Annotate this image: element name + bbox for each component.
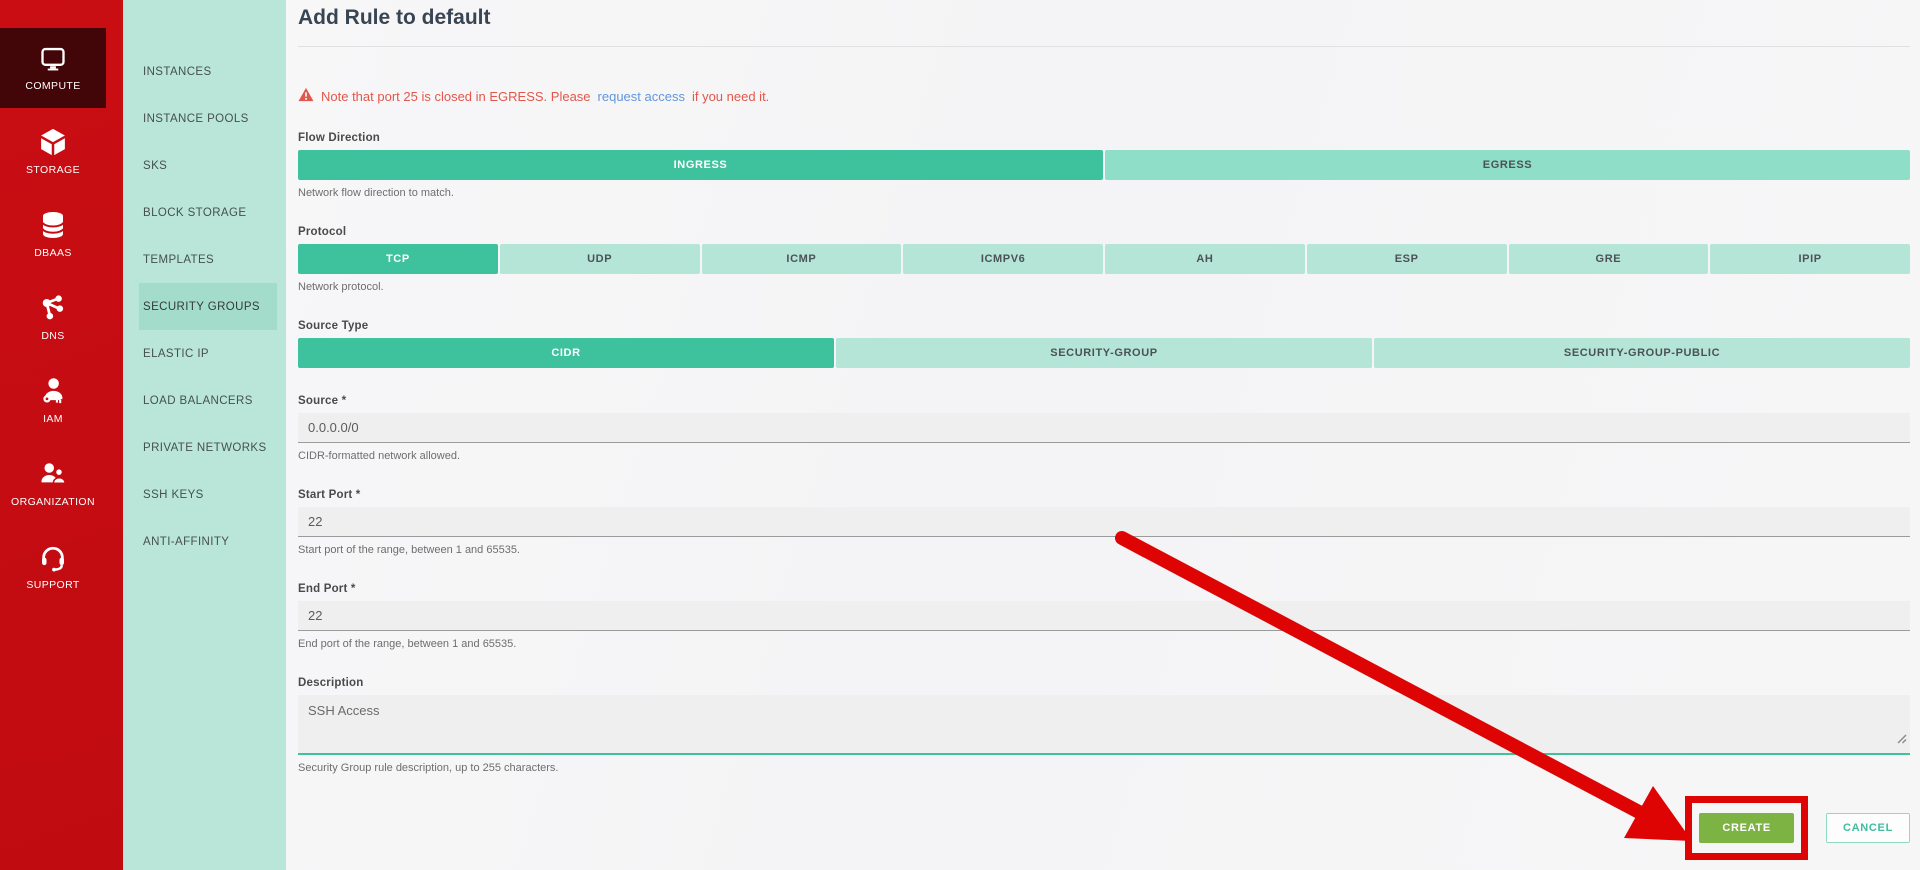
sidebar-item-templates[interactable]: TEMPLATES [123,236,286,283]
create-button[interactable]: CREATE [1699,813,1794,843]
protocol-option-ah[interactable]: AH [1105,244,1305,274]
sidebar-item-organization[interactable]: ORGANIZATION [0,443,106,523]
source-input[interactable] [298,413,1910,443]
user-key-icon [38,376,68,406]
start-port-help: Start port of the range, between 1 and 6… [298,544,520,556]
monitor-icon [38,45,68,73]
protocol-option-icmp[interactable]: ICMP [701,244,902,274]
sidebar-item-label: DBAAS [34,246,72,259]
protocol-label: Protocol [298,226,347,238]
sidebar-item-elastic-ip[interactable]: ELASTIC IP [123,330,286,377]
source-type-option-cidr[interactable]: CIDR [298,338,834,368]
sidebar-item-compute[interactable]: COMPUTE [0,28,106,108]
sidebar-item-iam[interactable]: IAM [0,360,106,440]
protocol-option-icmpv6[interactable]: ICMPV6 [903,244,1103,274]
cancel-button[interactable]: CANCEL [1825,813,1910,843]
source-label: Source * [298,395,347,407]
sidebar-item-label: SUPPORT [26,578,80,591]
source-help: CIDR-formatted network allowed. [298,450,461,462]
end-port-input[interactable] [298,601,1910,631]
start-port-input[interactable] [298,507,1910,537]
protocol-option-esp[interactable]: ESP [1306,244,1507,274]
database-icon [38,210,68,240]
compute-submenu: INSTANCES INSTANCE POOLS SKS BLOCK STORA… [123,0,286,870]
sidebar-item-anti-affinity[interactable]: ANTI-AFFINITY [123,518,286,565]
protocol-help: Network protocol. [298,281,384,293]
sidebar-item-label: ORGANIZATION [11,495,95,508]
source-type-option-security-group-public[interactable]: SECURITY-GROUP-PUBLIC [1374,338,1910,368]
sidebar-item-support[interactable]: SUPPORT [0,526,106,606]
protocol-option-udp[interactable]: UDP [499,244,700,274]
description-field: SSH Access [298,695,1910,755]
sidebar-item-sks[interactable]: SKS [123,142,286,189]
form-actions: CREATE CANCEL [298,796,1910,860]
flow-option-ingress[interactable]: INGRESS [298,150,1103,180]
headset-icon [38,542,68,572]
warning-text: Note that port 25 is closed in EGRESS. P… [321,88,591,104]
sidebar-item-label: DNS [41,329,65,342]
page-title: Add Rule to default [298,6,491,29]
protocol-option-gre[interactable]: GRE [1508,244,1709,274]
annotation-highlight-box: CREATE [1685,796,1808,860]
sidebar-item-label: IAM [43,412,63,425]
source-type-option-security-group[interactable]: SECURITY-GROUP [836,338,1372,368]
warning-triangle-icon [298,87,314,105]
sidebar-item-storage[interactable]: STORAGE [0,111,106,191]
warning-text-suffix: if you need it. [691,88,770,104]
resize-handle-icon[interactable] [1896,731,1907,749]
add-rule-form: Add Rule to default Note that port 25 is… [286,0,1920,870]
sidebar-item-load-balancers[interactable]: LOAD BALANCERS [123,377,286,424]
protocol-option-tcp[interactable]: TCP [298,244,498,274]
sidebar-item-instance-pools[interactable]: INSTANCE POOLS [123,95,286,142]
sidebar-top-strip [0,0,123,28]
sidebar-item-security-groups[interactable]: SECURITY GROUPS [139,283,277,330]
people-icon [38,459,68,489]
port25-warning: Note that port 25 is closed in EGRESS. P… [298,87,1910,105]
sidebar-item-label: COMPUTE [25,79,81,92]
flow-direction-help: Network flow direction to match. [298,187,454,199]
end-port-help: End port of the range, between 1 and 655… [298,638,517,650]
protocol-segmented: TCP UDP ICMP ICMPV6 AH ESP GRE IPIP [298,244,1910,274]
source-type-label: Source Type [298,320,369,332]
primary-sidebar: COMPUTE STORAGE DBAAS DNS IAM ORGANIZATI… [0,0,123,870]
end-port-label: End Port * [298,583,356,595]
sidebar-item-instances[interactable]: INSTANCES [123,48,286,95]
sidebar-item-ssh-keys[interactable]: SSH KEYS [123,471,286,518]
title-divider [298,46,1910,47]
description-textarea[interactable]: SSH Access [298,695,1910,755]
cube-icon [38,127,68,157]
sidebar-item-label: STORAGE [26,163,80,176]
sidebar-item-dns[interactable]: DNS [0,277,106,357]
description-label: Description [298,677,364,689]
sidebar-item-private-networks[interactable]: PRIVATE NETWORKS [123,424,286,471]
sidebar-item-dbaas[interactable]: DBAAS [0,194,106,274]
flow-option-egress[interactable]: EGRESS [1105,150,1910,180]
protocol-option-ipip[interactable]: IPIP [1710,244,1910,274]
sidebar-item-block-storage[interactable]: BLOCK STORAGE [123,189,286,236]
network-nodes-icon [38,293,68,323]
flow-direction-label: Flow Direction [298,132,381,144]
start-port-label: Start Port * [298,489,361,501]
description-help: Security Group rule description, up to 2… [298,762,559,774]
request-access-link[interactable]: request access [598,89,685,104]
flow-direction-segmented: INGRESS EGRESS [298,150,1910,180]
source-type-segmented: CIDR SECURITY-GROUP SECURITY-GROUP-PUBLI… [298,338,1910,368]
